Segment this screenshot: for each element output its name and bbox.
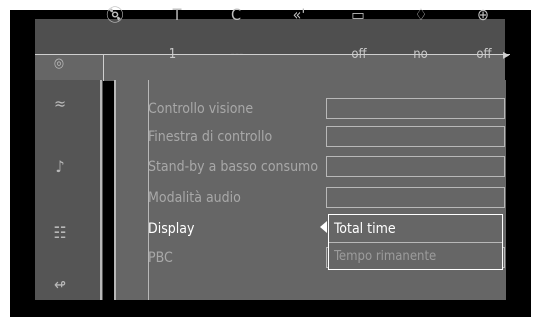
sidebar-divider	[100, 80, 102, 300]
arrow-right-icon: ▸	[503, 47, 510, 63]
menu-item-pbc[interactable]: PBC	[148, 246, 173, 270]
disc-icon[interactable]: 💿︎	[104, 4, 126, 26]
status-arrow-line	[35, 54, 510, 55]
subtitle-icon[interactable]: ▭	[347, 4, 369, 26]
dropdown-option-total-time[interactable]: Total time	[334, 217, 396, 241]
angle-icon[interactable]: ♢	[410, 4, 432, 26]
value-box[interactable]	[326, 98, 505, 119]
chapter-icon[interactable]: C	[225, 4, 247, 26]
dvd-icon: ◎	[53, 56, 65, 71]
value-box[interactable]	[326, 126, 505, 147]
title-icon[interactable]: T	[166, 4, 188, 26]
speech-bubble-icon[interactable]: ☷	[48, 221, 72, 245]
dropdown-option-tempo-rimanente[interactable]: Tempo rimanente	[334, 245, 436, 269]
value-box[interactable]	[326, 156, 505, 177]
subtitle-value: off	[351, 47, 367, 62]
angle-value: no	[413, 47, 428, 62]
status-values-row	[35, 55, 505, 81]
status-divider	[103, 55, 104, 81]
menu-item-controllo-visione[interactable]: Controllo visione	[148, 97, 253, 121]
dropdown-pointer-icon	[320, 221, 327, 233]
menu-item-finestra-di-controllo[interactable]: Finestra di controllo	[148, 125, 272, 149]
title-value: 1	[160, 45, 185, 65]
chapter-value: ---	[230, 47, 244, 62]
zoom-value: off	[476, 47, 492, 62]
zoom-icon[interactable]: ⊕	[472, 4, 494, 26]
value-box[interactable]	[326, 187, 505, 208]
menu-item-stand-by[interactable]: Stand-by a basso consumo	[148, 155, 318, 179]
menu-item-modalita-audio[interactable]: Modalità audio	[148, 186, 241, 210]
menu-item-display[interactable]: Display	[148, 217, 194, 241]
display-dropdown[interactable]: Total time Tempo rimanente	[328, 214, 503, 270]
plug-icon[interactable]: ↫	[48, 273, 72, 297]
audio-icon[interactable]: «'	[288, 4, 310, 26]
dropdown-separator	[329, 242, 502, 243]
music-note-icon[interactable]: ♪	[48, 155, 72, 179]
picture-settings-icon[interactable]: ≈	[48, 92, 72, 116]
